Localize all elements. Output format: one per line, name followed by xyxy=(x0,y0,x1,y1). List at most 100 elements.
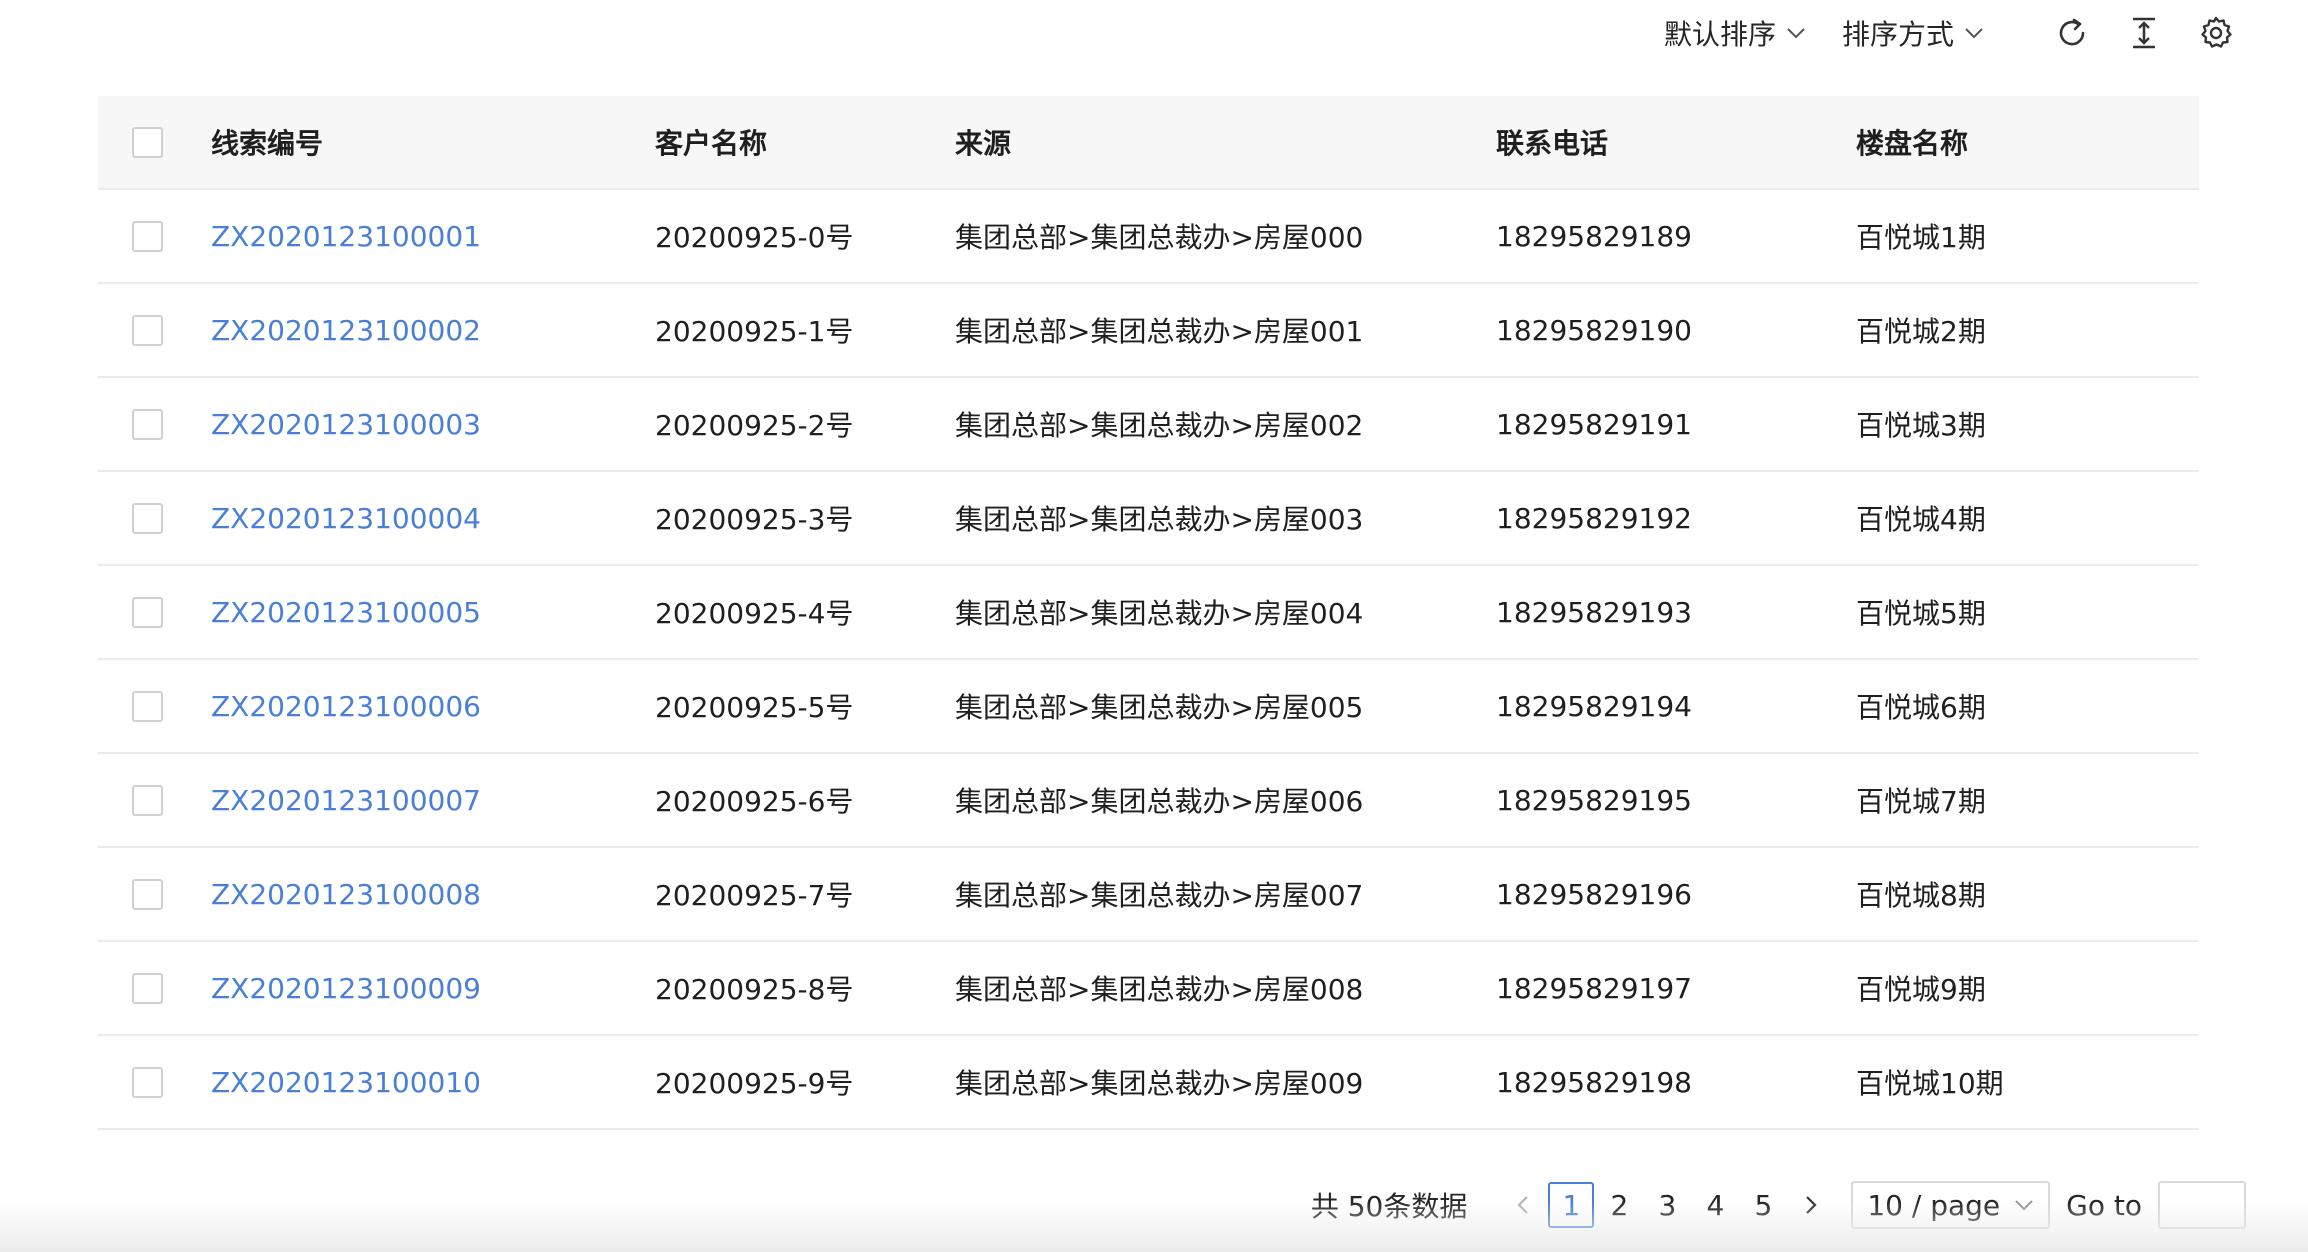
row-checkbox[interactable] xyxy=(132,878,163,910)
table-row: ZX2020123100007 20200925-6号 集团总部>集团总裁办>房… xyxy=(98,754,2199,848)
sort-method-label: 排序方式 xyxy=(1841,18,1954,51)
table-row: ZX2020123100009 20200925-8号 集团总部>集团总裁办>房… xyxy=(98,942,2199,1036)
source-cell: 集团总部>集团总裁办>房屋005 xyxy=(955,691,1364,724)
estate-cell: 百悦城3期 xyxy=(1856,409,1986,442)
column-header-customer-name[interactable]: 客户名称 xyxy=(655,122,767,162)
estate-cell: 百悦城7期 xyxy=(1856,785,1986,818)
table-toolbar: 默认排序 排序方式 xyxy=(1664,8,2236,58)
total-count-label: 共 50条数据 xyxy=(1310,1190,1468,1223)
table-row: ZX2020123100010 20200925-9号 集团总部>集团总裁办>房… xyxy=(98,1036,2199,1130)
source-cell: 集团总部>集团总裁办>房屋001 xyxy=(955,315,1364,348)
customer-name-cell: 20200925-1号 xyxy=(655,315,854,348)
lead-id-link[interactable]: ZX2020123100001 xyxy=(211,220,481,253)
source-cell: 集团总部>集团总裁办>房屋006 xyxy=(955,785,1364,818)
table-row: ZX2020123100004 20200925-3号 集团总部>集团总裁办>房… xyxy=(98,472,2199,566)
customer-name-cell: 20200925-3号 xyxy=(655,503,854,536)
page-size-label: 10 / page xyxy=(1867,1188,2001,1222)
row-checkbox[interactable] xyxy=(132,1066,163,1098)
estate-cell: 百悦城8期 xyxy=(1856,879,1986,912)
source-cell: 集团总部>集团总裁办>房屋002 xyxy=(955,409,1364,442)
page-item-3[interactable]: 3 xyxy=(1644,1182,1690,1228)
chevron-down-icon xyxy=(1786,26,1806,40)
lead-id-link[interactable]: ZX2020123100002 xyxy=(211,314,481,347)
page-item-4[interactable]: 4 xyxy=(1692,1182,1738,1228)
estate-cell: 百悦城10期 xyxy=(1856,1067,2004,1100)
phone-cell: 18295829195 xyxy=(1496,783,1692,817)
customer-name-cell: 20200925-7号 xyxy=(655,879,854,912)
source-cell: 集团总部>集团总裁办>房屋004 xyxy=(955,597,1364,630)
lead-id-link[interactable]: ZX2020123100009 xyxy=(211,972,481,1005)
row-checkbox[interactable] xyxy=(132,972,163,1004)
customer-name-cell: 20200925-8号 xyxy=(655,973,854,1006)
phone-cell: 18295829191 xyxy=(1496,407,1692,441)
lead-id-link[interactable]: ZX2020123100007 xyxy=(211,784,481,817)
default-sort-label: 默认排序 xyxy=(1663,18,1776,51)
select-all-checkbox[interactable] xyxy=(132,126,163,158)
refresh-icon[interactable] xyxy=(2052,13,2092,53)
row-checkbox[interactable] xyxy=(132,690,163,722)
estate-cell: 百悦城4期 xyxy=(1856,503,1986,536)
phone-cell: 18295829189 xyxy=(1496,219,1692,253)
source-cell: 集团总部>集团总裁办>房屋008 xyxy=(955,973,1364,1006)
estate-cell: 百悦城1期 xyxy=(1856,221,1986,254)
customer-name-cell: 20200925-5号 xyxy=(655,691,854,724)
phone-cell: 18295829198 xyxy=(1496,1065,1692,1099)
page-item-1[interactable]: 1 xyxy=(1548,1182,1595,1228)
prev-page-icon[interactable] xyxy=(1503,1182,1543,1228)
source-cell: 集团总部>集团总裁办>房屋003 xyxy=(955,503,1364,536)
phone-cell: 18295829193 xyxy=(1496,595,1692,629)
row-checkbox[interactable] xyxy=(132,314,163,346)
chevron-down-icon xyxy=(2014,1198,2034,1212)
select-all-cell xyxy=(132,126,163,158)
next-page-icon[interactable] xyxy=(1791,1182,1831,1228)
page-size-select[interactable]: 10 / page xyxy=(1851,1181,2051,1229)
phone-cell: 18295829196 xyxy=(1496,877,1692,911)
customer-name-cell: 20200925-6号 xyxy=(655,785,854,818)
lead-id-link[interactable]: ZX2020123100006 xyxy=(211,690,481,723)
customer-name-cell: 20200925-0号 xyxy=(655,221,854,254)
estate-cell: 百悦城2期 xyxy=(1856,315,1986,348)
source-cell: 集团总部>集团总裁办>房屋009 xyxy=(955,1067,1364,1100)
lead-id-link[interactable]: ZX2020123100010 xyxy=(211,1066,481,1099)
lead-id-link[interactable]: ZX2020123100005 xyxy=(211,596,481,629)
phone-cell: 18295829190 xyxy=(1496,313,1692,347)
page-item-2[interactable]: 2 xyxy=(1596,1182,1642,1228)
estate-cell: 百悦城9期 xyxy=(1856,973,1986,1006)
goto-label: Go to xyxy=(2066,1188,2142,1222)
column-header-source[interactable]: 来源 xyxy=(955,122,1011,162)
table-row: ZX2020123100002 20200925-1号 集团总部>集团总裁办>房… xyxy=(98,284,2199,378)
estate-cell: 百悦城5期 xyxy=(1856,597,1986,630)
phone-cell: 18295829197 xyxy=(1496,971,1692,1005)
row-checkbox[interactable] xyxy=(132,408,163,440)
row-checkbox[interactable] xyxy=(132,502,163,534)
lead-id-link[interactable]: ZX2020123100004 xyxy=(211,502,481,535)
source-cell: 集团总部>集团总裁办>房屋007 xyxy=(955,879,1364,912)
table-row: ZX2020123100003 20200925-2号 集团总部>集团总裁办>房… xyxy=(98,378,2199,472)
customer-name-cell: 20200925-4号 xyxy=(655,597,854,630)
page: 默认排序 排序方式 线索编号 客户名称 来源 联系电话 楼盘名称 ZX20201… xyxy=(0,0,2308,1252)
sort-method-select[interactable]: 排序方式 xyxy=(1842,13,1984,53)
row-height-icon[interactable] xyxy=(2124,13,2164,53)
table-row: ZX2020123100008 20200925-7号 集团总部>集团总裁办>房… xyxy=(98,848,2199,942)
table-row: ZX2020123100001 20200925-0号 集团总部>集团总裁办>房… xyxy=(98,190,2199,284)
table-header: 线索编号 客户名称 来源 联系电话 楼盘名称 xyxy=(98,96,2199,190)
row-checkbox[interactable] xyxy=(132,784,163,816)
settings-gear-icon[interactable] xyxy=(2196,13,2236,53)
row-checkbox[interactable] xyxy=(132,596,163,628)
page-item-5[interactable]: 5 xyxy=(1740,1182,1786,1228)
goto-page-input[interactable] xyxy=(2158,1181,2246,1229)
column-header-lead-id[interactable]: 线索编号 xyxy=(211,122,323,162)
estate-cell: 百悦城6期 xyxy=(1856,691,1986,724)
column-header-phone[interactable]: 联系电话 xyxy=(1496,122,1608,162)
pagination: 共 50条数据 1 2 3 4 5 10 / page Go to xyxy=(1311,1180,2246,1230)
phone-cell: 18295829194 xyxy=(1496,689,1692,723)
chevron-down-icon xyxy=(1964,26,1984,40)
lead-id-link[interactable]: ZX2020123100008 xyxy=(211,878,481,911)
row-checkbox[interactable] xyxy=(132,220,163,252)
column-header-estate[interactable]: 楼盘名称 xyxy=(1856,122,1968,162)
customer-name-cell: 20200925-9号 xyxy=(655,1067,854,1100)
leads-table: 线索编号 客户名称 来源 联系电话 楼盘名称 ZX2020123100001 2… xyxy=(98,96,2199,1130)
lead-id-link[interactable]: ZX2020123100003 xyxy=(211,408,481,441)
phone-cell: 18295829192 xyxy=(1496,501,1692,535)
default-sort-select[interactable]: 默认排序 xyxy=(1664,13,1806,53)
